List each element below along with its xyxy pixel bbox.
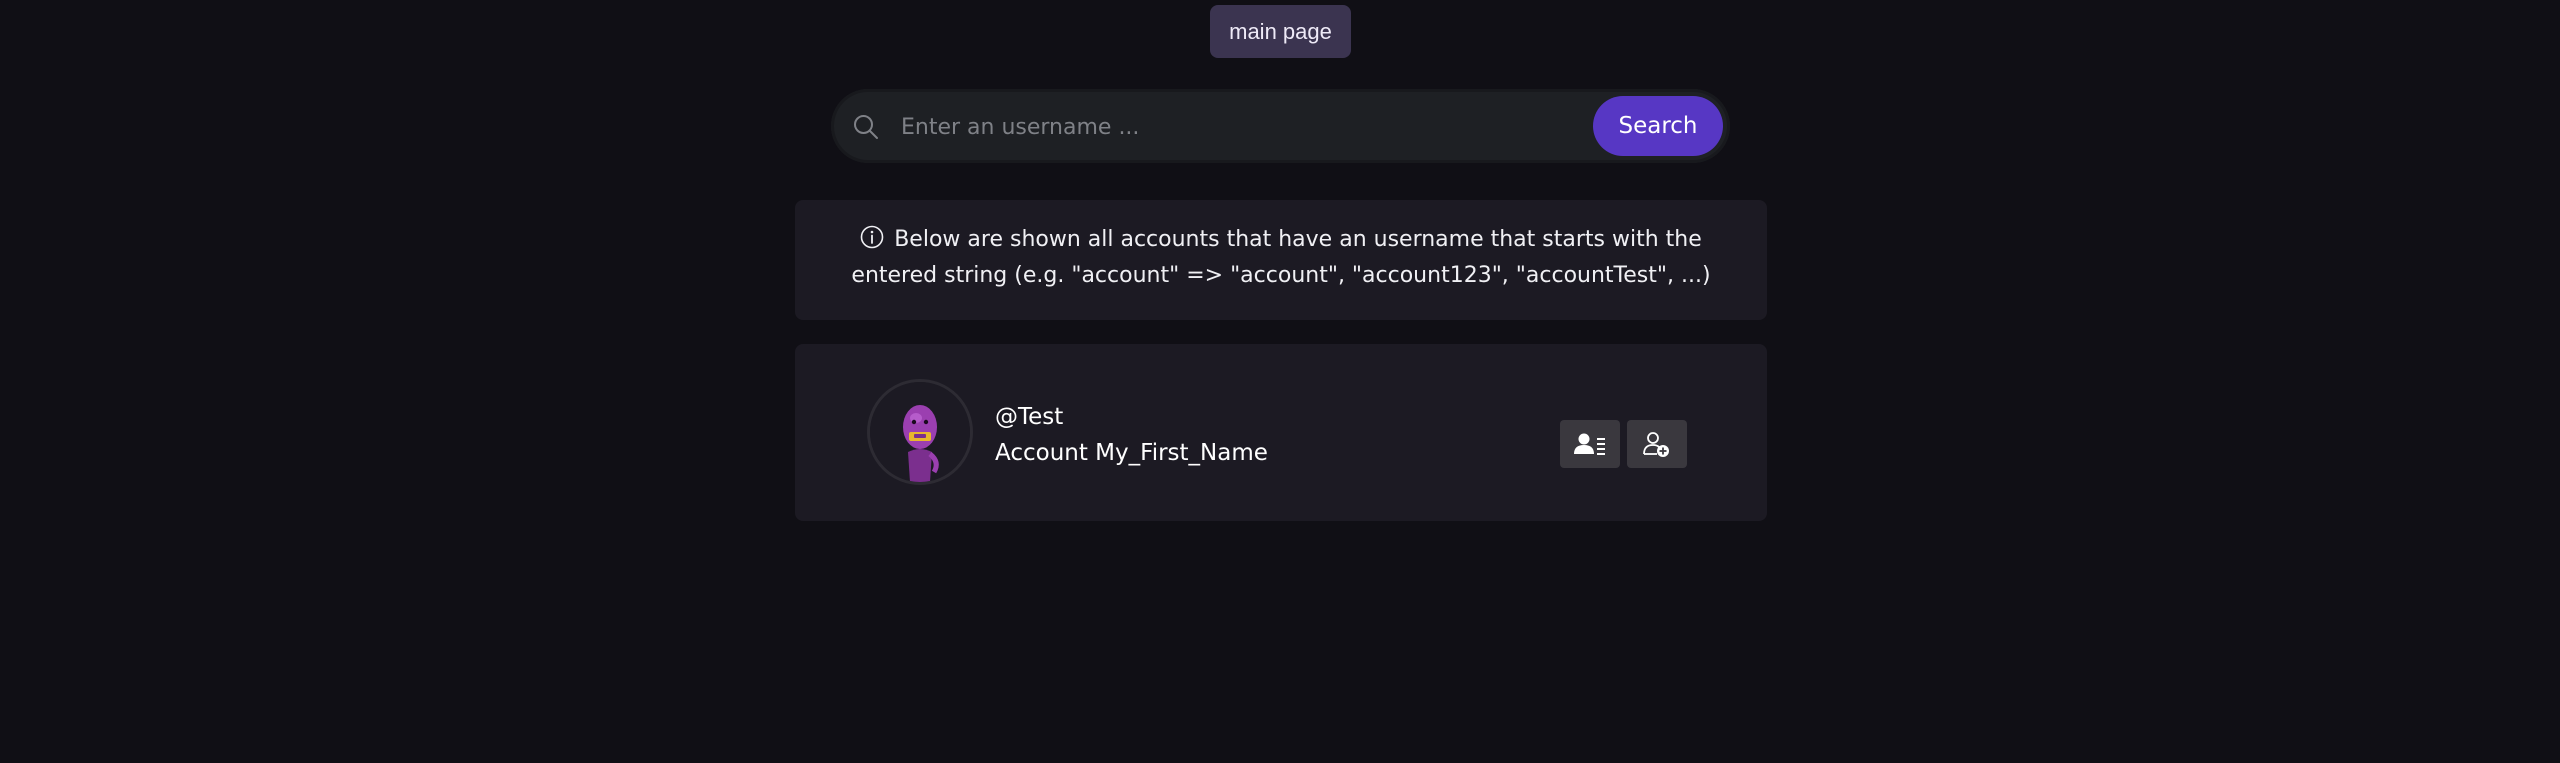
info-message: Below are shown all accounts that have a… — [835, 222, 1727, 294]
profile-card-icon — [1574, 433, 1605, 455]
info-text: Below are shown all accounts that have a… — [851, 227, 1711, 288]
main-page-button[interactable]: main page — [1210, 5, 1351, 58]
search-icon — [854, 115, 878, 139]
info-card: Below are shown all accounts that have a… — [795, 200, 1767, 320]
add-friend-icon — [1643, 432, 1669, 457]
page: main page Search Below are shown all acc… — [0, 0, 2560, 763]
search-input[interactable] — [899, 103, 1403, 151]
result-card: @Test Account My_First_Name — [795, 344, 1767, 521]
add-friend-button[interactable] — [1627, 420, 1687, 468]
purple-character-avatar — [870, 382, 970, 482]
search-button[interactable]: Search — [1593, 96, 1723, 156]
user-handle[interactable]: @Test — [995, 404, 1063, 430]
search-bar: Search — [831, 89, 1730, 163]
user-display-name: Account My_First_Name — [995, 440, 1268, 466]
avatar[interactable] — [867, 379, 973, 485]
view-profile-button[interactable] — [1560, 420, 1620, 468]
info-icon — [860, 225, 884, 249]
